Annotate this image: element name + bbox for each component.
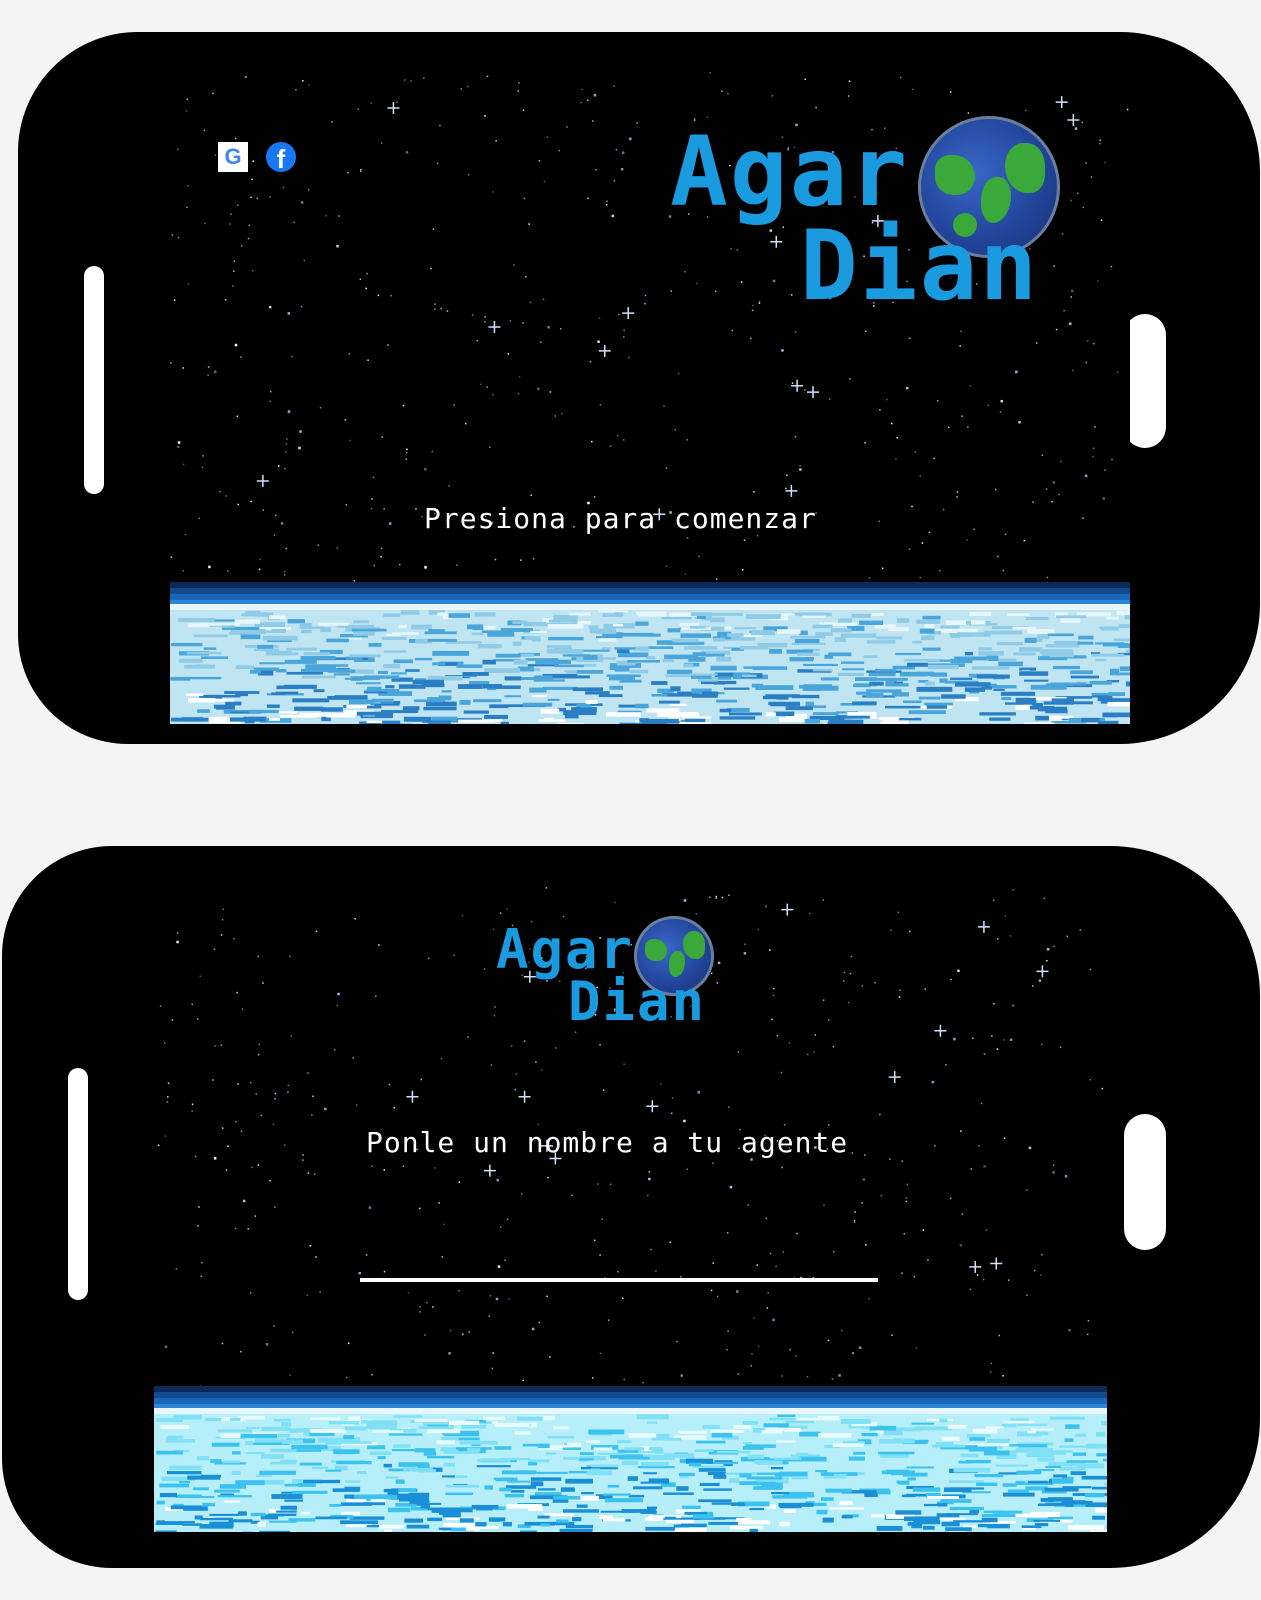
name-agent-prompt: Ponle un nombre a tu agente <box>366 1126 849 1159</box>
game-logo: Agar Dian <box>496 914 736 1044</box>
phone-frame-name: Agar Dian Ponle un nombre a tu agente <box>2 846 1260 1568</box>
frozen-ocean-horizon <box>154 1386 1107 1532</box>
phone-home-button <box>1124 314 1166 448</box>
game-screen-name: Agar Dian Ponle un nombre a tu agente <box>154 886 1107 1562</box>
phone-speaker-slot <box>68 1068 88 1300</box>
logo-word-dian: Dian <box>568 970 707 1033</box>
phone-speaker-slot <box>84 266 104 494</box>
agent-name-input[interactable] <box>360 1278 878 1282</box>
social-login: G f <box>218 142 296 172</box>
press-to-start-text[interactable]: Presiona para comenzar <box>424 502 817 535</box>
frozen-ocean-horizon <box>170 582 1130 724</box>
google-login-icon[interactable]: G <box>218 142 248 172</box>
phone-home-button <box>1124 1114 1166 1250</box>
game-screen-start[interactable]: G f Agar Dian Presiona para comenzar <box>170 72 1130 724</box>
phone-frame-start: G f Agar Dian Presiona para comenzar <box>18 32 1260 744</box>
logo-word-dian: Dian <box>800 210 1040 322</box>
game-logo: Agar Dian <box>670 112 1070 332</box>
facebook-login-icon[interactable]: f <box>266 142 296 172</box>
